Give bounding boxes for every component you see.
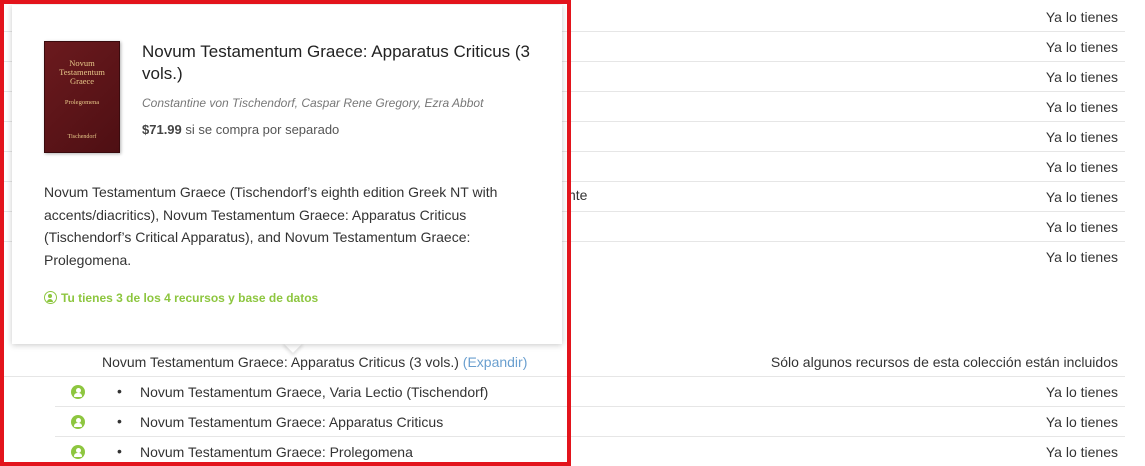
bullet-icon: • (117, 443, 122, 459)
book-cover: Novum Testamentum Graece Prolegomena Tis… (44, 41, 120, 153)
popup-title: Novum Testamentum Graece: Apparatus Crit… (142, 42, 531, 83)
owned-status: Tu tienes 3 de los 4 recursos y base de … (44, 291, 318, 305)
owned-label: Ya lo tienes (1045, 189, 1118, 205)
user-owned-icon (71, 385, 85, 399)
price-value: $71.99 (142, 122, 182, 137)
cover-title: Novum Testamentum Graece (59, 58, 105, 86)
owned-label: Ya lo tienes (1045, 249, 1118, 265)
resource-title: Novum Testamentum Graece, Varia Lectio (… (140, 384, 489, 400)
user-owned-icon (71, 445, 85, 459)
resource-title: Novum Testamentum Graece: Apparatus Crit… (140, 414, 444, 430)
owned-label: Ya lo tienes (1045, 129, 1118, 145)
popup-price: $71.99 si se compra por separado (142, 122, 339, 137)
collection-title: Novum Testamentum Graece: Apparatus Crit… (102, 354, 527, 370)
user-owned-icon (71, 415, 85, 429)
collection-popup: Novum Testamentum Graece Prolegomena Tis… (12, 5, 562, 344)
owned-label: Ya lo tienes (1045, 219, 1118, 235)
partial-row-text: nte (568, 187, 588, 203)
owned-label: Ya lo tienes (1045, 414, 1118, 430)
collection-status: Sólo algunos recursos de esta colección … (770, 354, 1118, 370)
owned-status-text: Tu tienes 3 de los 4 recursos y base de … (61, 291, 319, 305)
owned-label: Ya lo tienes (1045, 444, 1118, 460)
collection-title-text: Novum Testamentum Graece: Apparatus Crit… (102, 354, 463, 370)
owned-label: Ya lo tienes (1045, 99, 1118, 115)
owned-label: Ya lo tienes (1045, 69, 1118, 85)
price-suffix: si se compra por separado (181, 122, 340, 137)
bullet-icon: • (117, 383, 122, 399)
cover-subtitle: Prolegomena (64, 99, 100, 106)
list-item[interactable]: • Novum Testamentum Graece: Apparatus Cr… (55, 407, 1125, 437)
popup-authors: Constantine von Tischendorf, Caspar Rene… (142, 96, 484, 110)
collection-row[interactable]: Novum Testamentum Graece: Apparatus Crit… (0, 347, 1125, 377)
owned-label: Ya lo tienes (1045, 39, 1118, 55)
popup-description: Novum Testamentum Graece (Tischendorf’s … (44, 184, 498, 268)
bullet-icon: • (117, 413, 122, 429)
page: Ya lo tienes Ya lo tienes Ya lo tienes Y… (0, 0, 1145, 466)
owned-label: Ya lo tienes (1045, 159, 1118, 175)
resource-title: Novum Testamentum Graece: Prolegomena (140, 444, 413, 460)
list-item[interactable]: • Novum Testamentum Graece, Varia Lectio… (55, 377, 1125, 407)
user-outline-icon (44, 291, 57, 304)
list-item[interactable]: • Novum Testamentum Graece: Prolegomena … (55, 437, 1125, 466)
cover-author: Tischendorf (67, 134, 97, 140)
owned-label: Ya lo tienes (1045, 9, 1118, 25)
owned-label: Ya lo tienes (1045, 384, 1118, 400)
expand-link[interactable]: (Expandir) (463, 354, 528, 370)
